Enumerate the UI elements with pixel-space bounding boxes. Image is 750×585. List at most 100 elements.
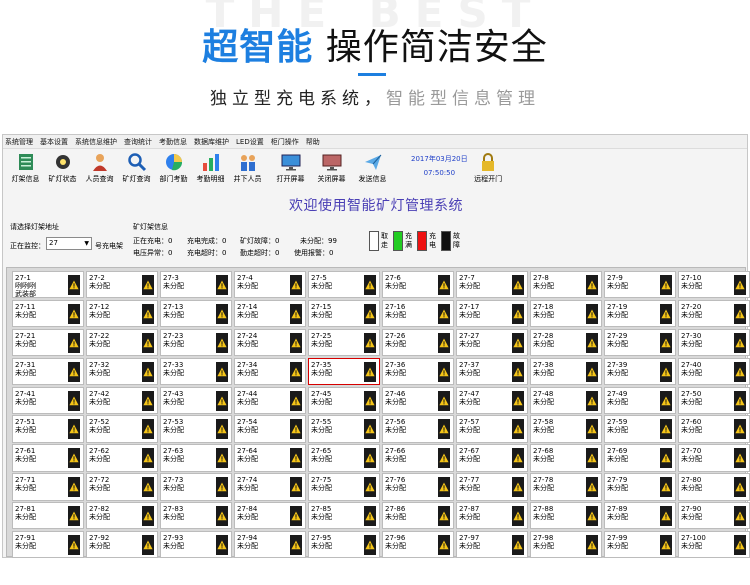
lamp-cell[interactable]: 27-83 未分配: [160, 502, 232, 530]
lamp-cell[interactable]: 27-41 未分配: [12, 386, 84, 414]
menu-item[interactable]: 基本设置: [40, 137, 68, 147]
lamp-cell[interactable]: 27-86 未分配: [382, 502, 454, 530]
lamp-cell[interactable]: 27-48 未分配: [530, 386, 602, 414]
lamp-cell[interactable]: 27-99 未分配: [604, 531, 676, 559]
lamp-cell[interactable]: 27-84 未分配: [234, 502, 306, 530]
lamp-cell[interactable]: 27-65 未分配: [308, 444, 380, 472]
menu-item[interactable]: 系统管理: [5, 137, 33, 147]
lamp-cell[interactable]: 27-52 未分配: [86, 415, 158, 443]
menu-item[interactable]: 查询统计: [124, 137, 152, 147]
lamp-cell[interactable]: 27-71 未分配: [12, 473, 84, 501]
menu-item[interactable]: LED设置: [236, 137, 264, 147]
lamp-cell[interactable]: 27-73 未分配: [160, 473, 232, 501]
lamp-cell[interactable]: 27-68 未分配: [530, 444, 602, 472]
lamp-cell[interactable]: 27-27 未分配: [456, 328, 528, 357]
menu-item[interactable]: 考勤信息: [159, 137, 187, 147]
lamp-cell[interactable]: 27-66 未分配: [382, 444, 454, 472]
lamp-cell[interactable]: 27-16 未分配: [382, 299, 454, 328]
lamp-cell[interactable]: 27-4 未分配: [234, 271, 306, 299]
lamp-cell[interactable]: 27-78 未分配: [530, 473, 602, 501]
lamp-cell[interactable]: 27-63 未分配: [160, 444, 232, 472]
lamp-cell[interactable]: 27-54 未分配: [234, 415, 306, 443]
lamp-cell[interactable]: 27-11 未分配: [12, 299, 84, 328]
lamp-cell[interactable]: 27-72 未分配: [86, 473, 158, 501]
menu-item[interactable]: 柜门操作: [271, 137, 299, 147]
lamp-cell[interactable]: 27-20 未分配: [678, 299, 750, 328]
rack-address-select[interactable]: 27 ▼: [46, 237, 92, 250]
lamp-cell[interactable]: 27-76 未分配: [382, 473, 454, 501]
toolbar-button[interactable]: 矿灯查询: [118, 152, 155, 186]
menu-item[interactable]: 数据库维护: [194, 137, 229, 147]
lamp-cell[interactable]: 27-97 未分配: [456, 531, 528, 559]
lamp-cell[interactable]: 27-88 未分配: [530, 502, 602, 530]
lamp-cell[interactable]: 27-37 未分配: [456, 357, 528, 385]
lamp-cell[interactable]: 27-47 未分配: [456, 386, 528, 414]
toolbar-button[interactable]: 关闭屏幕: [311, 152, 352, 186]
lamp-cell[interactable]: 27-38 未分配: [530, 357, 602, 385]
lamp-cell[interactable]: 27-19 未分配: [604, 299, 676, 328]
lamp-cell[interactable]: 27-51 未分配: [12, 415, 84, 443]
menu-item[interactable]: 系统信息维护: [75, 137, 117, 147]
lamp-cell[interactable]: 27-35 未分配: [308, 357, 380, 385]
lamp-cell[interactable]: 27-50 未分配: [678, 386, 750, 414]
lamp-cell[interactable]: 27-70 未分配: [678, 444, 750, 472]
lamp-cell[interactable]: 27-10 未分配: [678, 271, 750, 299]
lamp-cell[interactable]: 27-74 未分配: [234, 473, 306, 501]
lamp-cell[interactable]: 27-34 未分配: [234, 357, 306, 385]
lamp-cell[interactable]: 27-89 未分配: [604, 502, 676, 530]
lamp-cell[interactable]: 27-15 未分配: [308, 299, 380, 328]
lamp-cell[interactable]: 27-81 未分配: [12, 502, 84, 530]
lamp-cell[interactable]: 27-61 未分配: [12, 444, 84, 472]
lamp-cell[interactable]: 27-2 未分配: [86, 271, 158, 299]
lamp-cell[interactable]: 27-36 未分配: [382, 357, 454, 385]
menu-item[interactable]: 帮助: [306, 137, 320, 147]
lamp-cell[interactable]: 27-40 未分配: [678, 357, 750, 385]
lamp-cell[interactable]: 27-100 未分配: [678, 531, 750, 559]
lamp-cell[interactable]: 27-17 未分配: [456, 299, 528, 328]
lamp-cell[interactable]: 27-39 未分配: [604, 357, 676, 385]
lamp-cell[interactable]: 27-77 未分配: [456, 473, 528, 501]
lamp-cell[interactable]: 27-85 未分配: [308, 502, 380, 530]
lamp-cell[interactable]: 27-31 未分配: [12, 357, 84, 385]
toolbar-button[interactable]: 灯架信息: [7, 152, 44, 186]
lamp-cell[interactable]: 27-69 未分配: [604, 444, 676, 472]
lamp-cell[interactable]: 27-7 未分配: [456, 271, 528, 299]
lamp-cell[interactable]: 27-1 咧咧咧 武装部: [12, 271, 84, 299]
toolbar-button[interactable]: 打开屏幕: [270, 152, 311, 186]
lamp-cell[interactable]: 27-29 未分配: [604, 328, 676, 357]
toolbar-button[interactable]: 井下人员: [229, 152, 266, 186]
lamp-cell[interactable]: 27-94 未分配: [234, 531, 306, 559]
lamp-cell[interactable]: 27-22 未分配: [86, 328, 158, 357]
lamp-cell[interactable]: 27-55 未分配: [308, 415, 380, 443]
lamp-cell[interactable]: 27-46 未分配: [382, 386, 454, 414]
lamp-cell[interactable]: 27-57 未分配: [456, 415, 528, 443]
lamp-cell[interactable]: 27-67 未分配: [456, 444, 528, 472]
toolbar-button[interactable]: 矿灯状态: [44, 152, 81, 186]
lamp-cell[interactable]: 27-43 未分配: [160, 386, 232, 414]
lamp-cell[interactable]: 27-62 未分配: [86, 444, 158, 472]
toolbar-button[interactable]: 远程开门: [468, 152, 509, 186]
lamp-cell[interactable]: 27-82 未分配: [86, 502, 158, 530]
lamp-cell[interactable]: 27-23 未分配: [160, 328, 232, 357]
lamp-cell[interactable]: 27-92 未分配: [86, 531, 158, 559]
lamp-cell[interactable]: 27-24 未分配: [234, 328, 306, 357]
lamp-cell[interactable]: 27-6 未分配: [382, 271, 454, 299]
lamp-cell[interactable]: 27-18 未分配: [530, 299, 602, 328]
lamp-cell[interactable]: 27-32 未分配: [86, 357, 158, 385]
lamp-cell[interactable]: 27-21 未分配: [12, 328, 84, 357]
lamp-cell[interactable]: 27-91 未分配: [12, 531, 84, 559]
lamp-cell[interactable]: 27-26 未分配: [382, 328, 454, 357]
lamp-cell[interactable]: 27-58 未分配: [530, 415, 602, 443]
lamp-cell[interactable]: 27-96 未分配: [382, 531, 454, 559]
lamp-cell[interactable]: 27-5 未分配: [308, 271, 380, 299]
lamp-cell[interactable]: 27-98 未分配: [530, 531, 602, 559]
lamp-cell[interactable]: 27-42 未分配: [86, 386, 158, 414]
toolbar-button[interactable]: 部门考勤: [155, 152, 192, 186]
lamp-cell[interactable]: 27-8 未分配: [530, 271, 602, 299]
lamp-cell[interactable]: 27-75 未分配: [308, 473, 380, 501]
toolbar-button[interactable]: 人员查询: [81, 152, 118, 186]
lamp-cell[interactable]: 27-87 未分配: [456, 502, 528, 530]
lamp-cell[interactable]: 27-9 未分配: [604, 271, 676, 299]
lamp-cell[interactable]: 27-14 未分配: [234, 299, 306, 328]
lamp-cell[interactable]: 27-79 未分配: [604, 473, 676, 501]
